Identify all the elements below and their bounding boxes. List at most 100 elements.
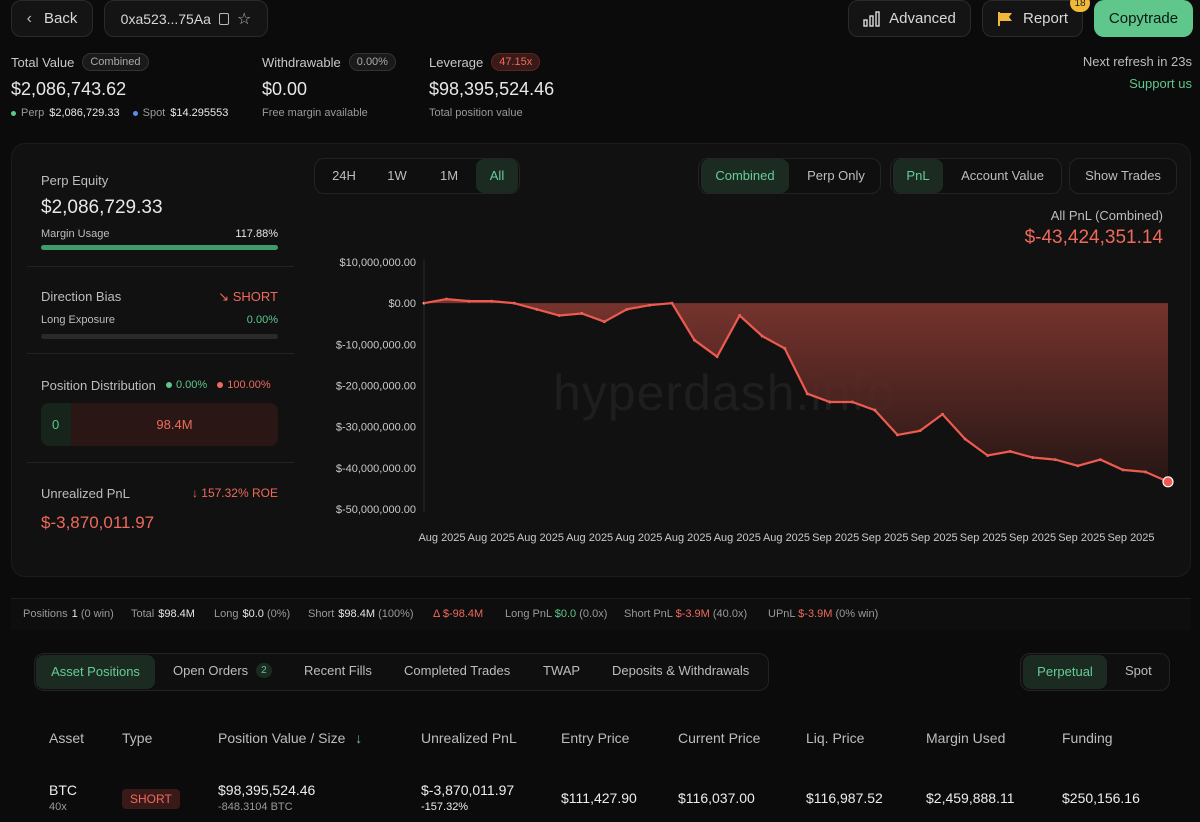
col-liq-price[interactable]: Liq. Price [806,730,864,746]
withdrawable-label: Withdrawable [262,54,341,70]
col-position-value[interactable]: Position Value / Size ↓ [218,730,362,746]
tab-open-orders-label: Open Orders [173,663,249,678]
metric-account-value[interactable]: Account Value [946,159,1059,193]
copy-icon[interactable] [218,12,229,25]
copytrade-button[interactable]: Copytrade [1094,0,1193,37]
margin-usage-track [41,245,278,250]
cell-leverage: 40x [49,801,67,813]
stat-short-pnl-label: Short PnL [624,608,673,620]
tab-open-orders[interactable]: Open Orders 2 [173,663,272,678]
stat-delta: Δ $-98.4M [433,608,483,620]
support-link[interactable]: Support us [1129,76,1192,91]
star-icon[interactable]: ☆ [237,9,251,29]
scope-perp-only[interactable]: Perp Only [792,159,880,193]
dist-long-amount: 0 [52,417,60,432]
direction-bias-text: SHORT [232,289,278,304]
stat-long-pnl-value: $0.0 [554,608,577,620]
total-value-label: Total Value [11,54,75,70]
tab-completed-trades[interactable]: Completed Trades [404,663,510,678]
spot-label: Spot [142,107,166,119]
leverage-block: Leverage 47.15x $98,395,524.46 Total pos… [429,53,554,119]
cell-liq-price: $116,987.52 [806,790,883,806]
cell-margin-used: $2,459,888.11 [926,790,1015,806]
range-all[interactable]: All [476,159,518,193]
col-funding[interactable]: Funding [1062,730,1113,746]
combined-badge: Combined [82,53,149,71]
distribution-legend: 0.00% 100.00% [166,379,271,391]
bar-chart-icon [863,10,880,27]
stat-short-pct: (100%) [378,608,414,620]
col-entry-price[interactable]: Entry Price [561,730,629,746]
distribution-bar: 0 98.4M [41,403,278,446]
tab-twap[interactable]: TWAP [543,663,580,678]
stat-short: Short $98.4M (100%) [308,608,414,620]
roe-value: ↓ 157.32% ROE [160,486,278,500]
show-trades-button[interactable]: Show Trades [1069,158,1177,194]
cell-upnl-pct: -157.32% [421,801,469,813]
stat-upnl: UPnL $-3.9M (0% win) [768,608,878,620]
long-exposure-label: Long Exposure [41,314,115,326]
range-1w[interactable]: 1W [372,159,422,193]
range-1m[interactable]: 1M [424,159,474,193]
dist-short-amount: 98.4M [156,417,193,432]
cell-entry-price: $111,427.90 [561,790,637,806]
sort-desc-icon: ↓ [355,730,363,746]
cell-asset: BTC [49,782,77,798]
direction-bias-value: ↘ SHORT [180,289,278,305]
stat-long-value: $0.0 [242,608,264,620]
long-dot-icon [166,382,172,388]
back-button[interactable]: ‹ Back [11,0,93,37]
col-unrealized-pnl[interactable]: Unrealized PnL [421,730,517,746]
cell-type-badge: SHORT [122,789,180,809]
stat-short-pnl-x: (40.0x) [712,608,748,620]
col-current-price[interactable]: Current Price [678,730,760,746]
stat-long-pnl: Long PnL $0.0 (0.0x) [505,608,607,620]
report-label: Report [1022,10,1069,27]
range-24h[interactable]: 24H [319,159,369,193]
tab-spot[interactable]: Spot [1125,663,1152,678]
perp-value: $2,086,729.33 [49,107,120,119]
withdrawable-value: $0.00 [262,79,308,99]
spot-dot-icon [132,110,138,116]
trend-down-icon: ↘ [218,289,230,304]
stat-total-value: $98.4M [158,608,195,620]
col-margin-used[interactable]: Margin Used [926,730,1005,746]
open-orders-count: 2 [256,663,272,678]
wallet-address: 0xa523...75Aa [120,10,211,27]
scope-combined[interactable]: Combined [701,159,789,193]
dist-short-pct: 100.00% [227,379,271,391]
withdrawable-sub: Free margin available [262,107,368,119]
advanced-button[interactable]: Advanced [848,0,971,37]
withdrawable-badge: 0.00% [348,53,396,71]
stat-upnl-win: (0% win) [835,608,879,620]
divider [27,266,294,267]
stat-delta-value: $-98.4M [442,608,484,620]
tab-perpetual[interactable]: Perpetual [1023,655,1107,689]
chart-header-label: All PnL (Combined) [1050,208,1163,223]
tab-recent-fills[interactable]: Recent Fills [304,663,372,678]
report-button[interactable]: Report [982,0,1083,37]
arrow-down-icon: ↓ [191,486,198,500]
leverage-sub: Total position value [429,107,523,119]
long-exposure-value: 0.00% [246,314,278,326]
stat-long-pnl-x: (0.0x) [579,608,608,620]
col-type[interactable]: Type [122,730,152,746]
stat-positions-label: Positions [23,608,68,620]
stat-upnl-label: UPnL [768,608,796,620]
metric-selector: PnL Account Value [890,158,1062,194]
show-trades-label: Show Trades [1085,168,1161,183]
tab-deposits-withdrawals[interactable]: Deposits & Withdrawals [612,663,749,678]
col-asset[interactable]: Asset [49,730,84,746]
col-position-value-label: Position Value / Size [218,730,346,746]
chart-panel [11,143,1191,577]
tab-asset-positions[interactable]: Asset Positions [36,655,155,689]
metric-pnl[interactable]: PnL [893,159,943,193]
margin-usage-fill [41,245,278,250]
cell-upnl: $-3,870,011.97 [421,782,515,798]
address-chip: 0xa523...75Aa ☆ [104,0,268,37]
leverage-badge: 47.15x [491,53,541,71]
total-value-block: Total Value Combined $2,086,743.62 Perp … [11,53,228,119]
stat-short-label: Short [308,608,335,620]
chart-header-value: $-43,424,351.14 [1024,227,1163,248]
divider [27,353,294,354]
